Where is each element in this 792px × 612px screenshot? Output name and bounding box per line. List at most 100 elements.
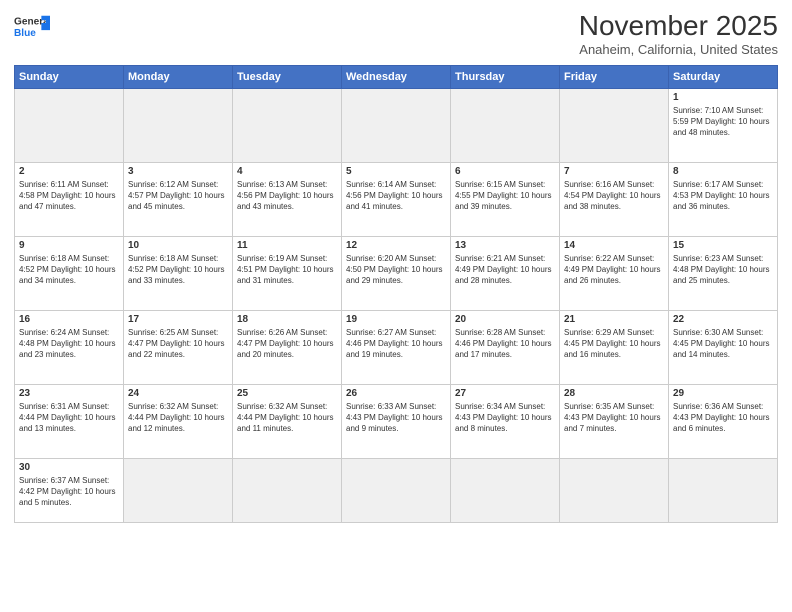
calendar-week-row: 9 Sunrise: 6:18 AM Sunset: 4:52 PM Daylig… <box>15 237 778 311</box>
calendar-day-cell <box>342 89 451 163</box>
day-info: Sunrise: 6:15 AM Sunset: 4:55 PM Dayligh… <box>455 179 555 213</box>
calendar: Sunday Monday Tuesday Wednesday Thursday… <box>14 65 778 523</box>
calendar-day-cell: 24Sunrise: 6:32 AM Sunset: 4:44 PM Dayli… <box>124 385 233 459</box>
day-info: Sunrise: 6:11 AM Sunset: 4:58 PM Dayligh… <box>19 179 119 213</box>
calendar-day-cell <box>669 459 778 523</box>
calendar-day-cell: 14 Sunrise: 6:22 AM Sunset: 4:49 PM Dayli… <box>560 237 669 311</box>
calendar-day-cell <box>560 89 669 163</box>
calendar-day-cell: 22 Sunrise: 6:30 AM Sunset: 4:45 PM Dayli… <box>669 311 778 385</box>
calendar-day-cell: 27Sunrise: 6:34 AM Sunset: 4:43 PM Dayli… <box>451 385 560 459</box>
calendar-day-cell <box>124 89 233 163</box>
day-info: Sunrise: 6:12 AM Sunset: 4:57 PM Dayligh… <box>128 179 228 213</box>
title-block: November 2025 Anaheim, California, Unite… <box>579 10 778 57</box>
day-number: 28 <box>564 388 664 399</box>
calendar-week-row: 23Sunrise: 6:31 AM Sunset: 4:44 PM Dayli… <box>15 385 778 459</box>
calendar-day-cell: 17 Sunrise: 6:25 AM Sunset: 4:47 PM Dayli… <box>124 311 233 385</box>
day-number: 11 <box>237 240 337 251</box>
calendar-day-cell: 25 Sunrise: 6:32 AM Sunset: 4:44 PM Dayli… <box>233 385 342 459</box>
day-number: 14 <box>564 240 664 251</box>
day-info: Sunrise: 6:33 AM Sunset: 4:43 PM Dayligh… <box>346 401 446 435</box>
day-info: Sunrise: 6:30 AM Sunset: 4:45 PM Dayligh… <box>673 327 773 361</box>
day-number: 21 <box>564 314 664 325</box>
page: General Blue November 2025 Anaheim, Cali… <box>0 0 792 612</box>
calendar-day-cell: 19 Sunrise: 6:27 AM Sunset: 4:46 PM Dayli… <box>342 311 451 385</box>
day-number: 9 <box>19 240 119 251</box>
day-number: 15 <box>673 240 773 251</box>
calendar-day-cell: 26 Sunrise: 6:33 AM Sunset: 4:43 PM Dayli… <box>342 385 451 459</box>
day-info: Sunrise: 6:18 AM Sunset: 4:52 PM Dayligh… <box>128 253 228 287</box>
day-number: 29 <box>673 388 773 399</box>
day-info: Sunrise: 6:27 AM Sunset: 4:46 PM Dayligh… <box>346 327 446 361</box>
calendar-day-cell: 1Sunrise: 7:10 AM Sunset: 5:59 PM Daylig… <box>669 89 778 163</box>
col-monday: Monday <box>124 66 233 89</box>
calendar-day-cell: 5 Sunrise: 6:14 AM Sunset: 4:56 PM Daylig… <box>342 163 451 237</box>
day-info: Sunrise: 6:32 AM Sunset: 4:44 PM Dayligh… <box>237 401 337 435</box>
day-number: 27 <box>455 388 555 399</box>
calendar-day-cell: 15 Sunrise: 6:23 AM Sunset: 4:48 PM Dayli… <box>669 237 778 311</box>
day-info: Sunrise: 6:29 AM Sunset: 4:45 PM Dayligh… <box>564 327 664 361</box>
calendar-day-cell <box>342 459 451 523</box>
calendar-day-cell: 13 Sunrise: 6:21 AM Sunset: 4:49 PM Dayli… <box>451 237 560 311</box>
day-number: 6 <box>455 166 555 177</box>
day-info: Sunrise: 6:37 AM Sunset: 4:42 PM Dayligh… <box>19 475 119 509</box>
day-number: 7 <box>564 166 664 177</box>
col-sunday: Sunday <box>15 66 124 89</box>
day-number: 25 <box>237 388 337 399</box>
calendar-day-cell: 16Sunrise: 6:24 AM Sunset: 4:48 PM Dayli… <box>15 311 124 385</box>
day-number: 17 <box>128 314 228 325</box>
day-number: 8 <box>673 166 773 177</box>
calendar-day-cell: 10 Sunrise: 6:18 AM Sunset: 4:52 PM Dayli… <box>124 237 233 311</box>
day-info: Sunrise: 6:13 AM Sunset: 4:56 PM Dayligh… <box>237 179 337 213</box>
header: General Blue November 2025 Anaheim, Cali… <box>14 10 778 57</box>
day-number: 13 <box>455 240 555 251</box>
calendar-day-cell: 9Sunrise: 6:18 AM Sunset: 4:52 PM Daylig… <box>15 237 124 311</box>
calendar-day-cell: 18 Sunrise: 6:26 AM Sunset: 4:47 PM Dayli… <box>233 311 342 385</box>
calendar-day-cell: 7 Sunrise: 6:16 AM Sunset: 4:54 PM Daylig… <box>560 163 669 237</box>
calendar-day-cell <box>451 459 560 523</box>
calendar-day-cell: 30Sunrise: 6:37 AM Sunset: 4:42 PM Dayli… <box>15 459 124 523</box>
day-info: Sunrise: 6:14 AM Sunset: 4:56 PM Dayligh… <box>346 179 446 213</box>
svg-text:Blue: Blue <box>14 28 36 39</box>
calendar-day-cell: 11 Sunrise: 6:19 AM Sunset: 4:51 PM Dayli… <box>233 237 342 311</box>
calendar-day-cell: 4Sunrise: 6:13 AM Sunset: 4:56 PM Daylig… <box>233 163 342 237</box>
day-info: Sunrise: 6:22 AM Sunset: 4:49 PM Dayligh… <box>564 253 664 287</box>
day-number: 3 <box>128 166 228 177</box>
col-tuesday: Tuesday <box>233 66 342 89</box>
day-info: Sunrise: 6:19 AM Sunset: 4:51 PM Dayligh… <box>237 253 337 287</box>
col-wednesday: Wednesday <box>342 66 451 89</box>
day-info: Sunrise: 6:36 AM Sunset: 4:43 PM Dayligh… <box>673 401 773 435</box>
col-saturday: Saturday <box>669 66 778 89</box>
day-number: 19 <box>346 314 446 325</box>
calendar-day-cell: 6 Sunrise: 6:15 AM Sunset: 4:55 PM Daylig… <box>451 163 560 237</box>
day-number: 22 <box>673 314 773 325</box>
day-info: Sunrise: 6:16 AM Sunset: 4:54 PM Dayligh… <box>564 179 664 213</box>
day-number: 10 <box>128 240 228 251</box>
calendar-day-cell: 12Sunrise: 6:20 AM Sunset: 4:50 PM Dayli… <box>342 237 451 311</box>
day-info: Sunrise: 6:26 AM Sunset: 4:47 PM Dayligh… <box>237 327 337 361</box>
day-info: Sunrise: 6:23 AM Sunset: 4:48 PM Dayligh… <box>673 253 773 287</box>
calendar-day-cell <box>451 89 560 163</box>
day-number: 26 <box>346 388 446 399</box>
calendar-day-cell: 23Sunrise: 6:31 AM Sunset: 4:44 PM Dayli… <box>15 385 124 459</box>
calendar-day-cell: 2Sunrise: 6:11 AM Sunset: 4:58 PM Daylig… <box>15 163 124 237</box>
calendar-week-row: 16Sunrise: 6:24 AM Sunset: 4:48 PM Dayli… <box>15 311 778 385</box>
day-info: Sunrise: 6:28 AM Sunset: 4:46 PM Dayligh… <box>455 327 555 361</box>
subtitle: Anaheim, California, United States <box>579 42 778 57</box>
day-info: Sunrise: 6:31 AM Sunset: 4:44 PM Dayligh… <box>19 401 119 435</box>
calendar-day-cell: 8Sunrise: 6:17 AM Sunset: 4:53 PM Daylig… <box>669 163 778 237</box>
day-info: Sunrise: 6:35 AM Sunset: 4:43 PM Dayligh… <box>564 401 664 435</box>
day-info: Sunrise: 6:25 AM Sunset: 4:47 PM Dayligh… <box>128 327 228 361</box>
calendar-week-row: 1Sunrise: 7:10 AM Sunset: 5:59 PM Daylig… <box>15 89 778 163</box>
day-number: 24 <box>128 388 228 399</box>
month-title: November 2025 <box>579 10 778 42</box>
day-number: 20 <box>455 314 555 325</box>
calendar-day-cell: 3 Sunrise: 6:12 AM Sunset: 4:57 PM Daylig… <box>124 163 233 237</box>
calendar-day-cell <box>233 459 342 523</box>
day-info: Sunrise: 6:21 AM Sunset: 4:49 PM Dayligh… <box>455 253 555 287</box>
calendar-day-cell: 20 Sunrise: 6:28 AM Sunset: 4:46 PM Dayli… <box>451 311 560 385</box>
col-friday: Friday <box>560 66 669 89</box>
calendar-header-row: Sunday Monday Tuesday Wednesday Thursday… <box>15 66 778 89</box>
calendar-week-row: 30Sunrise: 6:37 AM Sunset: 4:42 PM Dayli… <box>15 459 778 523</box>
day-number: 5 <box>346 166 446 177</box>
day-number: 18 <box>237 314 337 325</box>
